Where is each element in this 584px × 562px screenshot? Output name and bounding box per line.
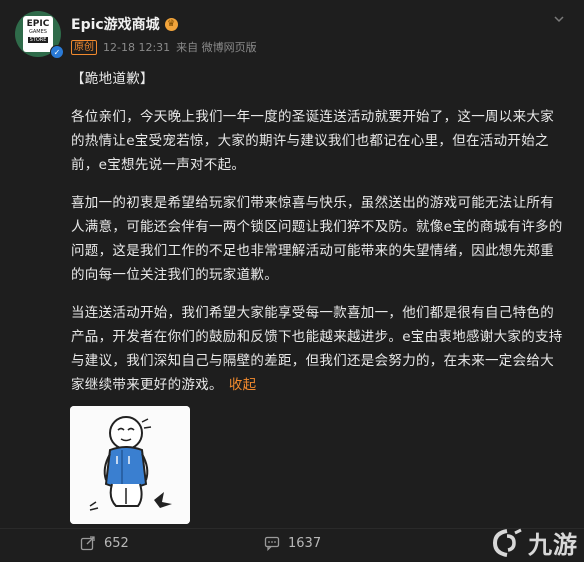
post-title: 【跪地道歉】 xyxy=(71,71,154,87)
verified-icon: ✓ xyxy=(50,45,64,59)
post-paragraph-text: 当连送活动开始，我们希望大家能享受每一款喜加一，他们都是很有自己特色的产品，开发… xyxy=(71,305,563,393)
comment-count: 1637 xyxy=(288,535,322,551)
post-image[interactable] xyxy=(70,406,190,524)
post-time[interactable]: 12-18 12:31 xyxy=(103,41,170,54)
comment-icon xyxy=(264,535,280,552)
post-source: 来自 微博网页版 xyxy=(176,41,257,54)
epic-logo: EPIC GAMES STORE xyxy=(23,16,53,52)
weibo-post-card: EPIC GAMES STORE ✓ Epic游戏商城 ♛ 原创 12-18 1… xyxy=(0,0,584,561)
post-paragraph: 当连送活动开始，我们希望大家能享受每一款喜加一，他们都是很有自己特色的产品，开发… xyxy=(71,301,566,397)
comment-button[interactable]: 1637 xyxy=(264,535,322,552)
post-meta: 原创 12-18 12:31 来自 微博网页版 xyxy=(71,39,257,55)
share-icon xyxy=(80,535,96,551)
post-content: 【跪地道歉】 各位亲们，今天晚上我们一年一度的圣诞连送活动就要开始了，这一周以来… xyxy=(71,67,566,411)
original-badge: 原创 xyxy=(71,39,97,55)
account-name[interactable]: Epic游戏商城 xyxy=(71,14,160,34)
post-paragraph: 各位亲们，今天晚上我们一年一度的圣诞连送活动就要开始了，这一周以来大家的热情让e… xyxy=(71,109,554,173)
kneeling-figure-illustration xyxy=(70,406,190,524)
account-name-row: Epic游戏商城 ♛ xyxy=(71,14,178,34)
crown-icon[interactable]: ♛ xyxy=(164,17,178,31)
collapse-link[interactable]: 收起 xyxy=(229,377,257,393)
repost-count: 652 xyxy=(104,535,129,551)
repost-button[interactable]: 652 xyxy=(80,535,129,551)
watermark: 九游 xyxy=(491,525,578,560)
chevron-down-icon[interactable] xyxy=(550,12,568,30)
post-paragraph: 喜加一的初衷是希望给玩家们带来惊喜与快乐，虽然送出的游戏可能无法让所有人满意，可… xyxy=(71,195,563,283)
watermark-text: 九游 xyxy=(528,531,578,559)
nine-game-logo xyxy=(492,528,522,557)
